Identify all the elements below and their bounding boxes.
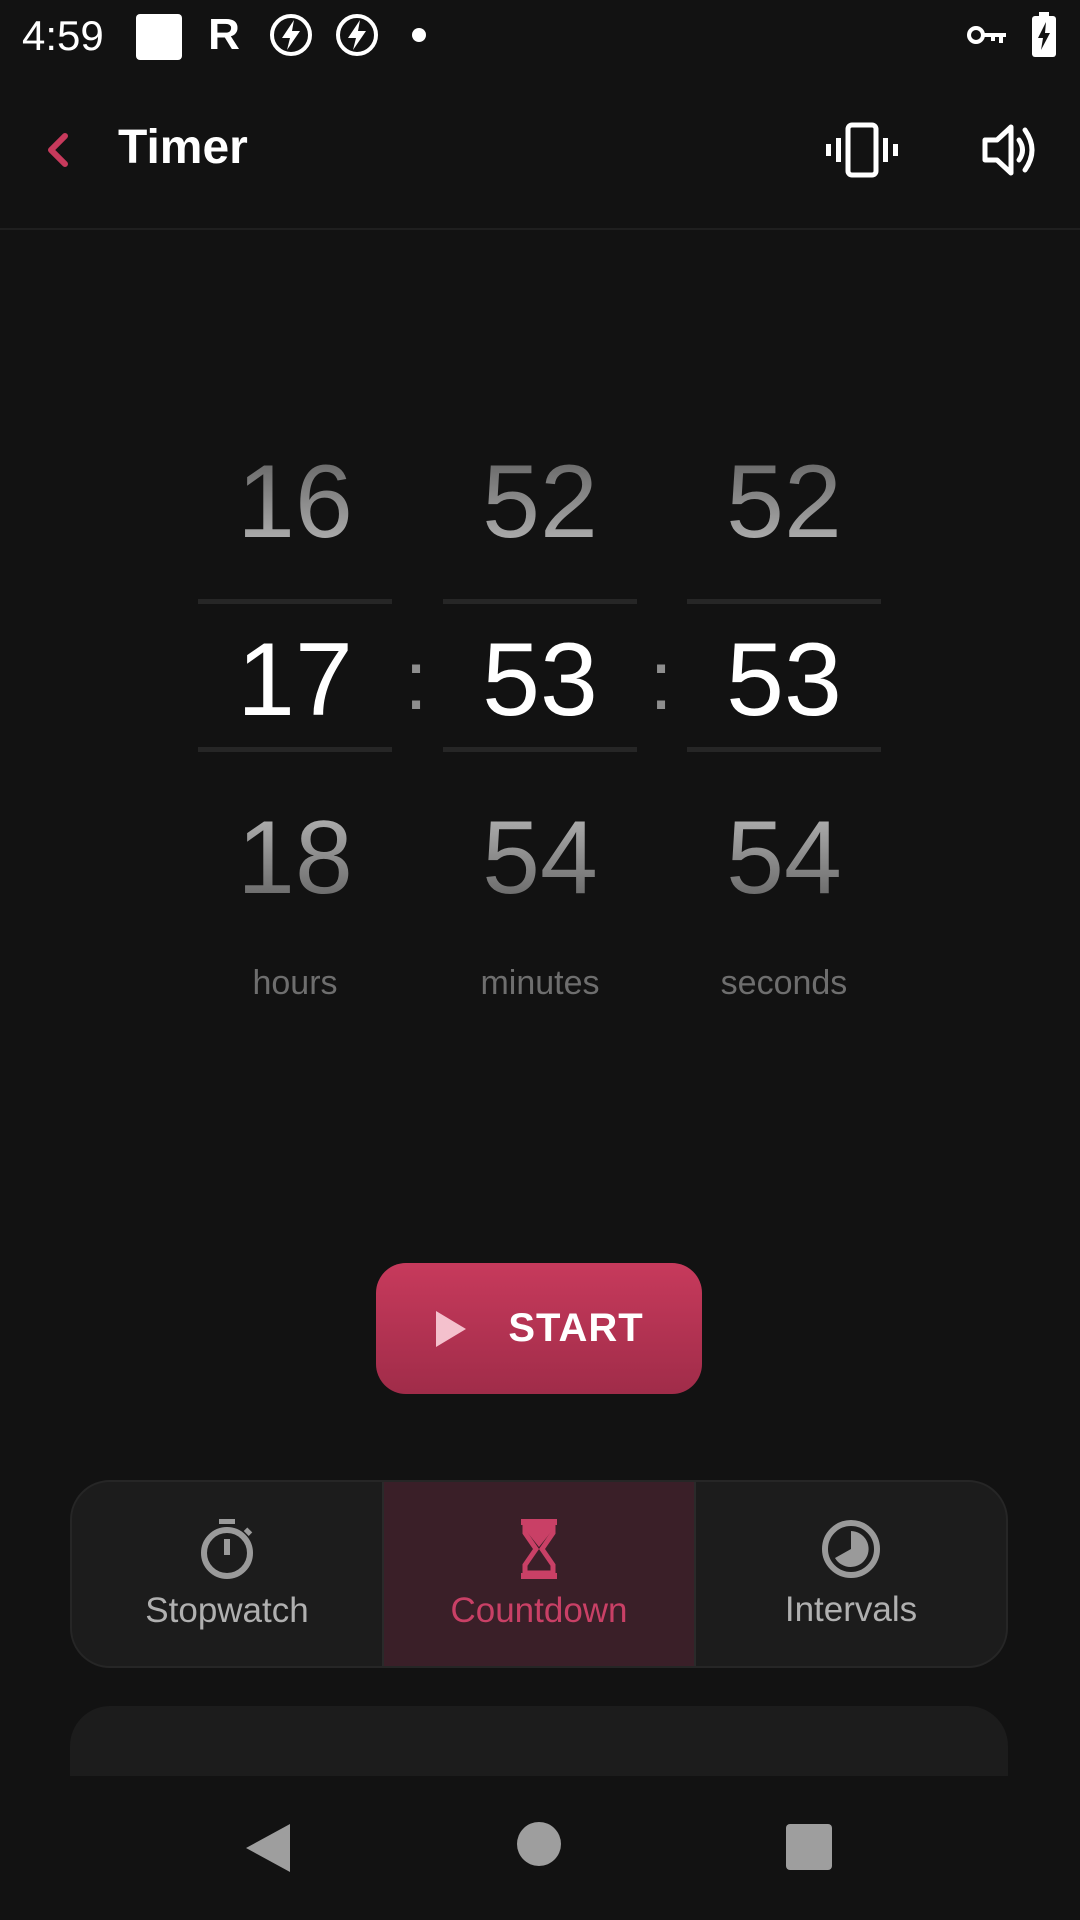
bolt-circle-icon xyxy=(268,12,314,58)
seconds-prev[interactable]: 52 xyxy=(687,442,881,562)
start-button-label: START xyxy=(508,1306,644,1350)
hours-prev[interactable]: 16 xyxy=(198,442,392,562)
vibrate-icon xyxy=(826,122,898,178)
seconds-label: seconds xyxy=(720,964,848,1002)
sound-button[interactable] xyxy=(972,116,1048,184)
tab-intervals-label: Intervals xyxy=(784,1590,918,1629)
nav-recents-icon[interactable] xyxy=(786,1824,832,1870)
time-separator: : xyxy=(404,633,428,727)
hours-label: hours xyxy=(252,964,338,1002)
selection-divider xyxy=(443,747,637,752)
status-bar: 4:59 R xyxy=(0,0,1080,72)
start-button[interactable]: START xyxy=(376,1263,702,1394)
chevron-left-icon xyxy=(48,133,68,167)
stopwatch-icon xyxy=(201,1519,253,1579)
battery-charging-icon xyxy=(1030,12,1058,58)
dot-icon xyxy=(412,28,426,42)
hours-selected[interactable]: 17 xyxy=(198,620,392,740)
r-app-icon: R xyxy=(208,10,240,59)
hourglass-icon xyxy=(521,1519,557,1579)
tab-countdown-label: Countdown xyxy=(450,1591,628,1630)
tab-stopwatch[interactable]: Stopwatch xyxy=(72,1482,382,1666)
time-separator: : xyxy=(649,633,673,727)
bolt-circle-icon xyxy=(334,12,380,58)
minutes-selected[interactable]: 53 xyxy=(443,620,637,740)
selection-divider xyxy=(198,599,392,604)
page-title: Timer xyxy=(118,121,248,174)
minutes-wheel[interactable]: 52 53 54 minutes xyxy=(443,442,637,1022)
bottom-card xyxy=(70,1706,1008,1786)
hours-next[interactable]: 18 xyxy=(198,798,392,918)
selection-divider xyxy=(687,747,881,752)
minutes-label: minutes xyxy=(480,964,600,1002)
selection-divider xyxy=(687,599,881,604)
back-button[interactable] xyxy=(30,122,86,178)
tab-stopwatch-label: Stopwatch xyxy=(145,1591,309,1630)
play-icon xyxy=(436,1310,467,1347)
minutes-next[interactable]: 54 xyxy=(443,798,637,918)
nav-home-icon[interactable] xyxy=(517,1822,561,1866)
seconds-next[interactable]: 54 xyxy=(687,798,881,918)
nav-back-icon[interactable] xyxy=(240,1820,296,1876)
selection-divider xyxy=(198,747,392,752)
seconds-wheel[interactable]: 52 53 54 seconds xyxy=(687,442,881,1022)
minutes-prev[interactable]: 52 xyxy=(443,442,637,562)
tab-intervals[interactable]: Intervals xyxy=(696,1482,1006,1666)
mode-selector: Stopwatch Countdown Intervals xyxy=(70,1480,1008,1668)
selection-divider xyxy=(443,599,637,604)
intervals-clock-icon xyxy=(822,1520,880,1578)
hours-wheel[interactable]: 16 17 18 hours xyxy=(198,442,392,1022)
tab-countdown[interactable]: Countdown xyxy=(382,1482,696,1666)
volume-icon xyxy=(982,124,1035,176)
system-nav-bar xyxy=(0,1776,1080,1920)
seconds-selected[interactable]: 53 xyxy=(687,620,881,740)
vibrate-button[interactable] xyxy=(820,116,904,184)
status-time: 4:59 xyxy=(22,12,104,59)
vpn-key-icon xyxy=(966,12,1010,58)
square-notification-icon xyxy=(136,14,182,60)
app-bar: Timer xyxy=(0,72,1080,230)
